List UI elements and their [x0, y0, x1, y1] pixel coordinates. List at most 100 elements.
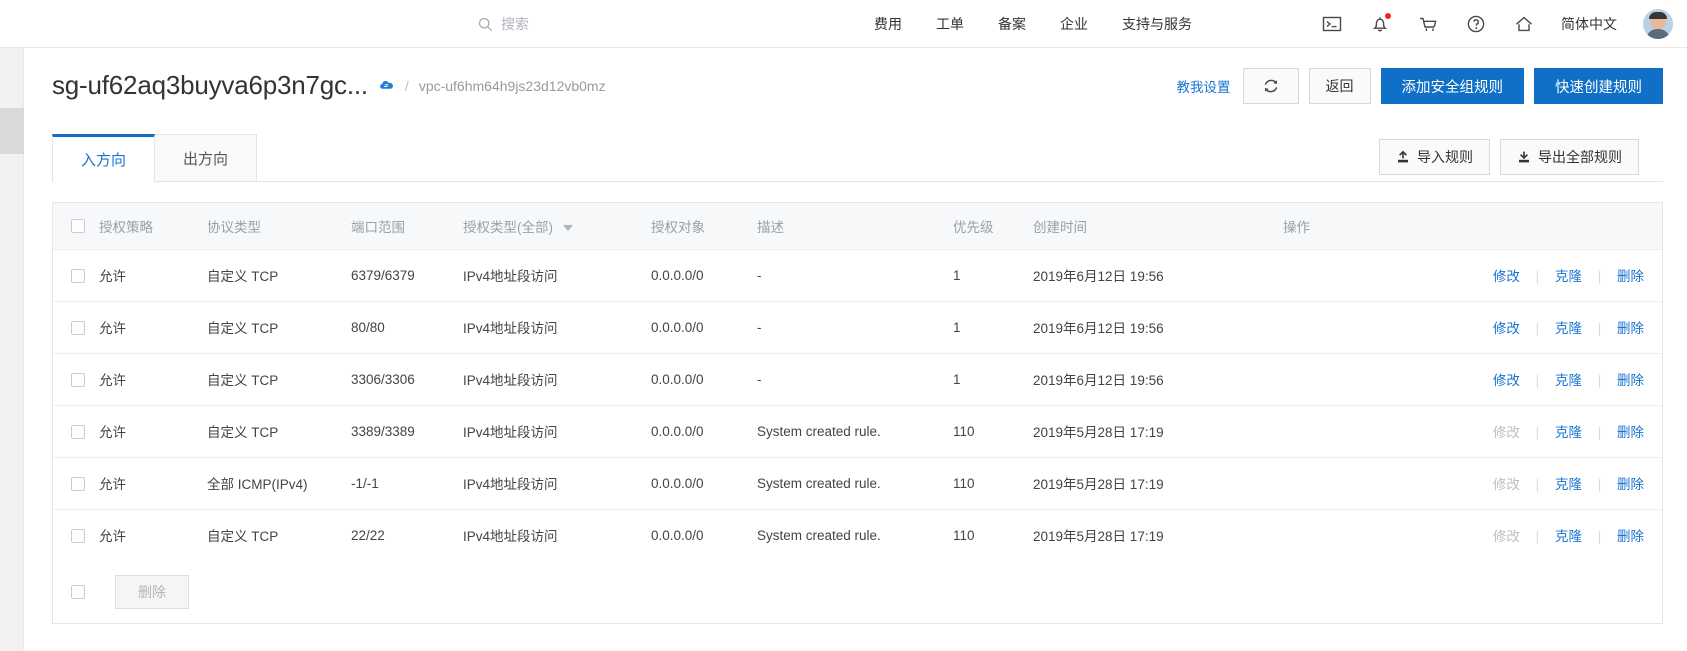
search-icon	[478, 17, 493, 32]
cell-actions: 修改 | 克隆 | 删除	[1283, 301, 1662, 354]
tab-outbound[interactable]: 出方向	[155, 134, 258, 181]
cell-auth-type: IPv4地址段访问	[463, 353, 651, 406]
rules-table-head: 授权策略 协议类型 端口范围 授权类型(全部) 授权对象 描述 优先级 创建时间…	[53, 203, 1662, 250]
export-all-rules-button[interactable]: 导出全部规则	[1500, 139, 1639, 175]
delete-rule-link[interactable]: 删除	[1617, 321, 1644, 336]
cell-port-range: 80/80	[351, 301, 463, 354]
nav-link-enterprise[interactable]: 企业	[1060, 14, 1088, 34]
row-checkbox[interactable]	[71, 528, 85, 543]
row-select-cell	[53, 249, 99, 302]
clone-rule-link[interactable]: 克隆	[1555, 373, 1582, 388]
row-checkbox[interactable]	[71, 424, 85, 439]
edit-rule-link: 修改	[1492, 529, 1520, 544]
cell-auth-object: 0.0.0.0/0	[651, 353, 757, 406]
tab-outbound-label: 出方向	[183, 150, 229, 168]
cell-port-range: 6379/6379	[351, 249, 463, 302]
refresh-button[interactable]	[1242, 68, 1299, 104]
cell-description: -	[757, 249, 953, 302]
nav-link-support[interactable]: 支持与服务	[1122, 14, 1192, 34]
cell-auth-object: 0.0.0.0/0	[651, 457, 757, 510]
th-auth-type[interactable]: 授权类型(全部)	[463, 203, 651, 250]
cell-created-at: 2019年5月28日 17:19	[1033, 457, 1283, 510]
tab-inbound[interactable]: 入方向	[52, 134, 156, 183]
global-search[interactable]: 搜索	[478, 0, 529, 48]
cell-created-at: 2019年6月12日 19:56	[1033, 249, 1283, 302]
bell-icon[interactable]	[1369, 13, 1391, 35]
back-button[interactable]: 返回	[1308, 68, 1371, 104]
delete-rule-link[interactable]: 删除	[1617, 529, 1644, 544]
cell-priority: 1	[953, 301, 1033, 354]
select-all-checkbox[interactable]	[71, 219, 85, 234]
cell-protocol: 自定义 TCP	[207, 353, 351, 406]
table-row: 允许 自定义 TCP 80/80 IPv4地址段访问 0.0.0.0/0 - 1…	[53, 301, 1662, 354]
cell-auth-object: 0.0.0.0/0	[651, 301, 757, 354]
clone-rule-link[interactable]: 克隆	[1555, 321, 1582, 336]
table-row: 允许 自定义 TCP 22/22 IPv4地址段访问 0.0.0.0/0 Sys…	[53, 509, 1662, 562]
cell-protocol: 自定义 TCP	[207, 249, 351, 302]
row-checkbox[interactable]	[71, 372, 85, 387]
cell-policy: 允许	[99, 405, 207, 458]
cell-protocol: 自定义 TCP	[207, 301, 351, 354]
home-icon[interactable]	[1513, 13, 1535, 35]
chevron-down-icon[interactable]	[562, 225, 573, 232]
edit-rule-link: 修改	[1492, 425, 1520, 440]
language-selector[interactable]: 简体中文	[1561, 14, 1617, 34]
import-export-buttons: 导入规则 导出全部规则	[1379, 139, 1639, 175]
upload-icon	[1396, 150, 1410, 164]
delete-rule-link[interactable]: 删除	[1617, 425, 1644, 440]
row-select-cell	[53, 509, 99, 562]
top-navigation-bar: 搜索 费用 工单 备案 企业 支持与服务 简体中文	[0, 0, 1687, 48]
direction-tabbar: 入方向 出方向 导入规则 导出全部规则	[52, 132, 1663, 183]
nav-link-icp[interactable]: 备案	[998, 14, 1026, 34]
cell-auth-type: IPv4地址段访问	[463, 509, 651, 562]
clone-rule-link[interactable]: 克隆	[1555, 477, 1582, 492]
terminal-icon[interactable]	[1321, 13, 1343, 35]
nav-link-fees[interactable]: 费用	[874, 14, 902, 34]
cell-description: System created rule.	[757, 509, 953, 562]
cell-policy: 允许	[99, 249, 207, 302]
batch-delete-button[interactable]: 删除	[115, 574, 189, 609]
avatar[interactable]	[1643, 9, 1673, 39]
cell-protocol: 自定义 TCP	[207, 405, 351, 458]
cell-policy: 允许	[99, 457, 207, 510]
row-checkbox[interactable]	[71, 268, 85, 283]
edit-rule-link: 修改	[1492, 477, 1520, 492]
cell-created-at: 2019年6月12日 19:56	[1033, 301, 1283, 354]
cell-actions: 修改 | 克隆 | 删除	[1283, 509, 1662, 562]
delete-rule-link[interactable]: 删除	[1617, 373, 1644, 388]
clone-rule-link[interactable]: 克隆	[1555, 529, 1582, 544]
row-checkbox[interactable]	[71, 320, 85, 335]
cell-policy: 允许	[99, 301, 207, 354]
export-all-rules-label: 导出全部规则	[1538, 149, 1622, 165]
th-actions: 操作	[1283, 203, 1662, 250]
cell-description: System created rule.	[757, 405, 953, 458]
cell-auth-object: 0.0.0.0/0	[651, 249, 757, 302]
row-select-cell	[53, 301, 99, 354]
sidebar-active-indicator[interactable]	[0, 108, 24, 154]
row-select-cell	[53, 353, 99, 406]
cell-priority: 110	[953, 509, 1033, 562]
delete-rule-link[interactable]: 删除	[1617, 269, 1644, 284]
edit-rule-link[interactable]: 修改	[1493, 269, 1520, 284]
cell-description: -	[757, 301, 953, 354]
cart-icon[interactable]	[1417, 13, 1439, 35]
edit-rule-link[interactable]: 修改	[1493, 321, 1520, 336]
table-row: 允许 自定义 TCP 6379/6379 IPv4地址段访问 0.0.0.0/0…	[53, 249, 1662, 302]
edit-rule-link[interactable]: 修改	[1493, 373, 1520, 388]
row-checkbox[interactable]	[71, 476, 85, 491]
cell-auth-type: IPv4地址段访问	[463, 301, 651, 354]
clone-rule-link[interactable]: 克隆	[1555, 425, 1582, 440]
import-rules-label: 导入规则	[1417, 149, 1473, 165]
import-rules-button[interactable]: 导入规则	[1379, 139, 1490, 175]
footer-select-all-checkbox[interactable]	[71, 584, 85, 599]
add-security-group-rule-button[interactable]: 添加安全组规则	[1380, 68, 1524, 104]
quick-create-rule-button[interactable]: 快速创建规则	[1534, 68, 1663, 104]
delete-rule-link[interactable]: 删除	[1617, 477, 1644, 492]
search-input-placeholder[interactable]: 搜索	[501, 14, 529, 34]
clone-rule-link[interactable]: 克隆	[1555, 269, 1582, 284]
cell-auth-type: IPv4地址段访问	[463, 457, 651, 510]
help-icon[interactable]	[1465, 13, 1487, 35]
nav-link-tickets[interactable]: 工单	[936, 14, 964, 34]
teach-me-link[interactable]: 教我设置	[1177, 68, 1243, 104]
th-policy: 授权策略	[99, 203, 207, 250]
